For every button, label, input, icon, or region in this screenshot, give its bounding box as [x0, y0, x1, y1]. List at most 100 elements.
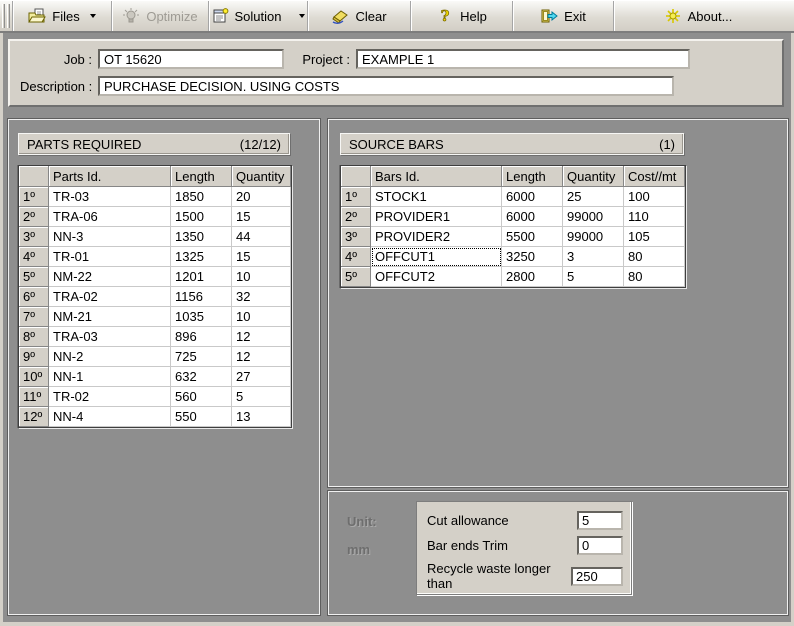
parts-cell-length[interactable]: 896 — [171, 327, 232, 347]
parts-cell-id[interactable]: NN-2 — [49, 347, 171, 367]
description-label: Description : — [20, 79, 98, 94]
parts-cell-qty[interactable]: 44 — [232, 227, 291, 247]
job-input[interactable] — [98, 49, 284, 69]
parts-cell-length[interactable]: 1156 — [171, 287, 232, 307]
bars-cell-qty[interactable]: 99000 — [563, 227, 624, 247]
parts-column-header[interactable]: Parts Id. — [49, 166, 171, 187]
parts-cell-qty[interactable]: 12 — [232, 347, 291, 367]
bars-column-header[interactable]: Cost//mt — [624, 166, 685, 187]
bars-cell-length[interactable]: 6000 — [502, 187, 563, 207]
parts-cell-length[interactable]: 560 — [171, 387, 232, 407]
description-input[interactable] — [98, 76, 674, 96]
bars-cell-length[interactable]: 6000 — [502, 207, 563, 227]
parts-cell-length[interactable]: 1035 — [171, 307, 232, 327]
parts-column-header[interactable]: Quantity — [232, 166, 291, 187]
toolbar-button-solution[interactable]: Solution — [208, 1, 307, 31]
parts-cell-qty[interactable]: 27 — [232, 367, 291, 387]
parts-cell-id[interactable]: TR-02 — [49, 387, 171, 407]
bars-row-header[interactable]: 2º — [341, 207, 371, 227]
bars-row-header[interactable]: 4º — [341, 247, 371, 267]
bars-column-header[interactable]: Quantity — [563, 166, 624, 187]
parts-cell-length[interactable]: 1350 — [171, 227, 232, 247]
bars-cell-cost[interactable]: 110 — [624, 207, 685, 227]
parts-cell-length[interactable]: 1850 — [171, 187, 232, 207]
parts-row-header[interactable]: 5º — [19, 267, 49, 287]
bars-column-header[interactable] — [341, 166, 371, 187]
toolbar-gripper[interactable] — [0, 1, 12, 31]
toolbar-button-about[interactable]: About... — [613, 1, 782, 31]
toolbar-button-help[interactable]: ?Help — [410, 1, 512, 31]
parts-cell-qty[interactable]: 10 — [232, 307, 291, 327]
bars-cell-cost[interactable]: 80 — [624, 247, 685, 267]
bars-cell-qty[interactable]: 99000 — [563, 207, 624, 227]
toolbar-button-label: Help — [460, 9, 487, 24]
parts-cell-id[interactable]: NM-22 — [49, 267, 171, 287]
bars-cell-qty[interactable]: 25 — [563, 187, 624, 207]
parts-row-header[interactable]: 12º — [19, 407, 49, 427]
bars-cell-qty[interactable]: 3 — [563, 247, 624, 267]
parts-row-header[interactable]: 6º — [19, 287, 49, 307]
bars-row-header[interactable]: 5º — [341, 267, 371, 287]
parts-row-header[interactable]: 7º — [19, 307, 49, 327]
toolbar-button-clear[interactable]: Clear — [307, 1, 410, 31]
parts-cell-id[interactable]: NM-21 — [49, 307, 171, 327]
toolbar-button-files[interactable]: Files — [12, 1, 111, 31]
toolbar-button-exit[interactable]: Exit — [512, 1, 613, 31]
parts-row-header[interactable]: 10º — [19, 367, 49, 387]
bars-cell-cost[interactable]: 80 — [624, 267, 685, 287]
parts-row-header[interactable]: 3º — [19, 227, 49, 247]
bars-column-header[interactable]: Bars Id. — [371, 166, 502, 187]
parts-cell-qty[interactable]: 12 — [232, 327, 291, 347]
bars-cell-length[interactable]: 5500 — [502, 227, 563, 247]
parts-column-header[interactable]: Length — [171, 166, 232, 187]
bars-row-header[interactable]: 3º — [341, 227, 371, 247]
parts-cell-id[interactable]: TR-03 — [49, 187, 171, 207]
parts-cell-qty[interactable]: 13 — [232, 407, 291, 427]
parts-cell-id[interactable]: NN-1 — [49, 367, 171, 387]
description-row: Description : — [20, 76, 772, 96]
parts-cell-qty[interactable]: 20 — [232, 187, 291, 207]
bars-cell-cost[interactable]: 105 — [624, 227, 685, 247]
parts-cell-id[interactable]: TR-01 — [49, 247, 171, 267]
parts-row-header[interactable]: 11º — [19, 387, 49, 407]
parts-cell-qty[interactable]: 32 — [232, 287, 291, 307]
settings-input-bar-ends-trim[interactable] — [577, 536, 623, 555]
parts-cell-qty[interactable]: 15 — [232, 247, 291, 267]
parts-cell-length[interactable]: 1201 — [171, 267, 232, 287]
bars-cell-id[interactable]: PROVIDER2 — [371, 227, 502, 247]
bars-cell-cost[interactable]: 100 — [624, 187, 685, 207]
parts-cell-id[interactable]: TRA-06 — [49, 207, 171, 227]
parts-cell-length[interactable]: 1500 — [171, 207, 232, 227]
parts-cell-qty[interactable]: 10 — [232, 267, 291, 287]
bars-cell-id[interactable]: OFFCUT1 — [371, 247, 502, 267]
bars-cell-id[interactable]: OFFCUT2 — [371, 267, 502, 287]
parts-cell-qty[interactable]: 5 — [232, 387, 291, 407]
parts-cell-length[interactable]: 725 — [171, 347, 232, 367]
toolbar-button-label: Files — [52, 9, 79, 24]
settings-input-cut-allowance[interactable] — [577, 511, 623, 530]
parts-cell-length[interactable]: 632 — [171, 367, 232, 387]
parts-row-header[interactable]: 8º — [19, 327, 49, 347]
parts-cell-qty[interactable]: 15 — [232, 207, 291, 227]
toolbar-button-optimize[interactable]: Optimize — [111, 1, 208, 31]
parts-cell-length[interactable]: 1325 — [171, 247, 232, 267]
parts-cell-id[interactable]: NN-3 — [49, 227, 171, 247]
parts-cell-id[interactable]: TRA-03 — [49, 327, 171, 347]
project-input[interactable] — [356, 49, 690, 69]
bars-cell-length[interactable]: 2800 — [502, 267, 563, 287]
bars-cell-length[interactable]: 3250 — [502, 247, 563, 267]
parts-row-header[interactable]: 1º — [19, 187, 49, 207]
parts-cell-id[interactable]: NN-4 — [49, 407, 171, 427]
parts-row-header[interactable]: 4º — [19, 247, 49, 267]
bars-cell-id[interactable]: STOCK1 — [371, 187, 502, 207]
parts-cell-id[interactable]: TRA-02 — [49, 287, 171, 307]
parts-row-header[interactable]: 2º — [19, 207, 49, 227]
parts-column-header[interactable] — [19, 166, 49, 187]
bars-row-header[interactable]: 1º — [341, 187, 371, 207]
parts-cell-length[interactable]: 550 — [171, 407, 232, 427]
parts-row-header[interactable]: 9º — [19, 347, 49, 367]
bars-cell-qty[interactable]: 5 — [563, 267, 624, 287]
bars-cell-id[interactable]: PROVIDER1 — [371, 207, 502, 227]
settings-input-recycle-waste-longer-than[interactable] — [571, 567, 623, 586]
bars-column-header[interactable]: Length — [502, 166, 563, 187]
